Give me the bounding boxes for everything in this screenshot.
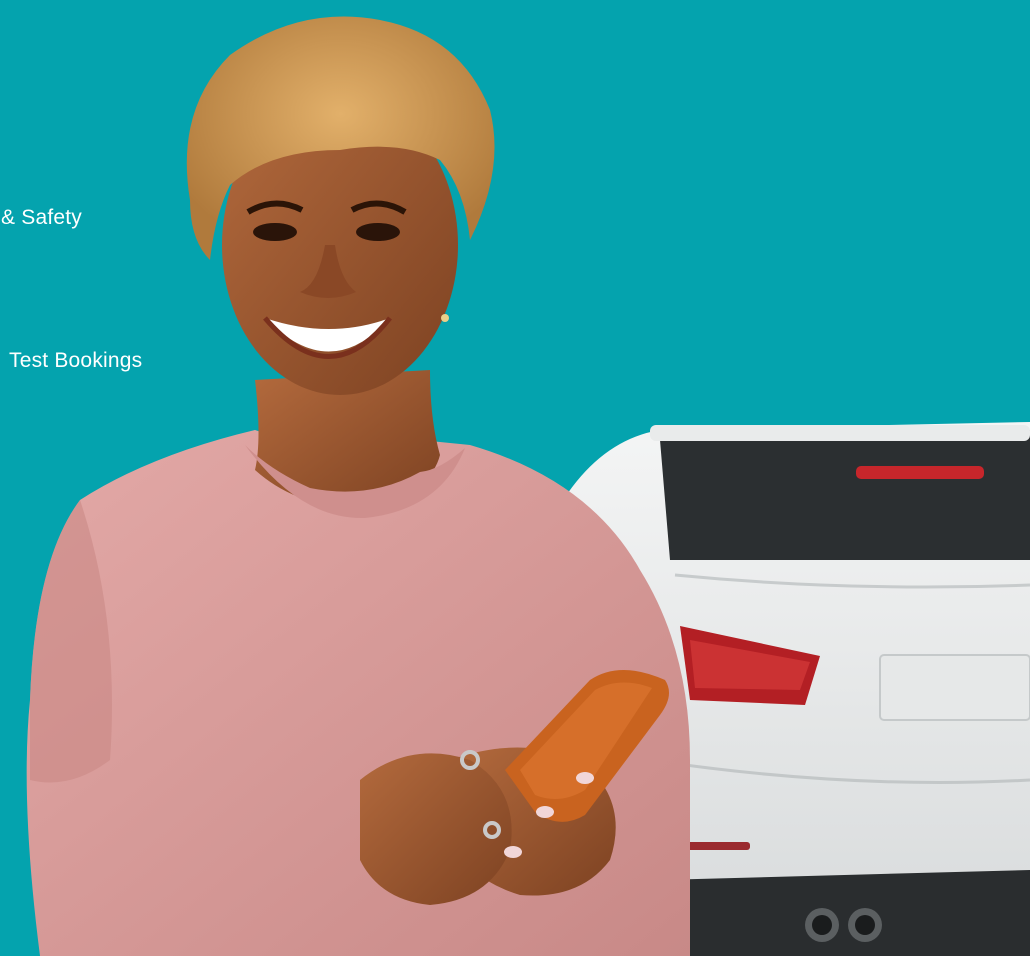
hero-photo-illustration — [26, 16, 1030, 956]
menu-item-safety[interactable]: & Safety — [1, 206, 82, 230]
menu-item-test-bookings[interactable]: Test Bookings — [9, 349, 142, 373]
hero-banner: & Safety Test Bookings — [0, 0, 1030, 956]
